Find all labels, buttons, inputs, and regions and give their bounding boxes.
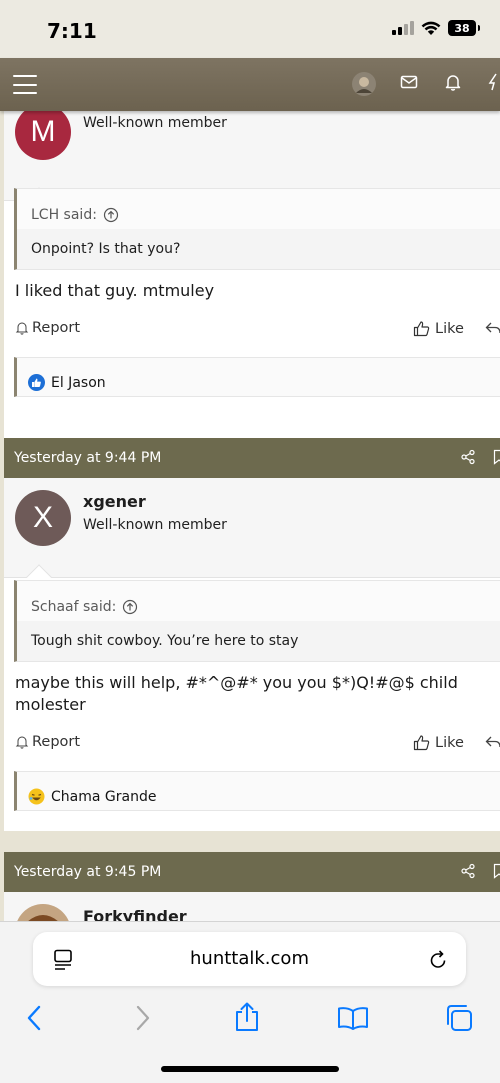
author-title: Well-known member <box>83 517 227 533</box>
share-nodes-icon[interactable] <box>460 449 476 465</box>
post-timestamp[interactable]: Yesterday at 9:45 PM <box>14 864 161 880</box>
post-card: Yesterday at 9:45 PM Forkyfinder <box>4 852 500 921</box>
reply-arrow-icon[interactable] <box>485 320 500 336</box>
tabs-icon[interactable] <box>444 1003 474 1033</box>
author-title: Well-known member <box>83 115 227 131</box>
like-reaction-icon <box>28 374 45 391</box>
cellular-signal-icon <box>392 21 414 35</box>
quote-block: Schaaf said: Tough shit cowboy. You’re h… <box>14 580 500 662</box>
report-button[interactable]: Report <box>15 320 80 336</box>
post-timestamp[interactable]: Yesterday at 9:44 PM <box>14 450 161 466</box>
avatar[interactable]: X <box>15 490 71 546</box>
reaction-user[interactable]: Chama Grande <box>51 789 156 805</box>
reactions-bar[interactable]: El Jason <box>14 357 500 397</box>
share-nodes-icon[interactable] <box>460 863 476 879</box>
bell-icon[interactable] <box>444 73 462 91</box>
bell-icon <box>15 736 29 749</box>
post-card: Yesterday at 9:44 PM X xgener Well-known… <box>4 438 500 831</box>
thread-content: M mtmuley Well-known member LCH said: On… <box>0 111 500 921</box>
envelope-icon[interactable] <box>400 73 418 91</box>
wifi-icon <box>421 21 441 35</box>
like-label: Like <box>435 320 464 337</box>
quote-header[interactable]: LCH said: <box>17 189 500 229</box>
avatar[interactable]: M <box>15 111 71 160</box>
post-header: Yesterday at 9:44 PM <box>4 438 500 478</box>
book-icon[interactable] <box>337 1006 369 1030</box>
author-name[interactable]: xgener <box>83 492 146 511</box>
arrow-up-circle-icon[interactable] <box>103 207 119 223</box>
browser-toolbar: hunttalk.com <box>0 921 500 1083</box>
chevron-left-icon[interactable] <box>26 1005 42 1031</box>
status-bar: 7:11 38 <box>0 0 500 58</box>
reply-arrow-icon[interactable] <box>485 734 500 750</box>
post-user-block: Forkyfinder <box>4 892 500 921</box>
quote-text: Tough shit cowboy. You’re here to stay <box>17 621 500 661</box>
chevron-right-icon[interactable] <box>135 1005 151 1031</box>
reload-icon[interactable] <box>429 950 447 969</box>
bookmark-icon[interactable] <box>493 449 500 465</box>
post-actions: Report Like <box>15 317 500 341</box>
post-message: I liked that guy. mtmuley <box>15 281 215 300</box>
quote-author: Schaaf said: <box>31 599 117 615</box>
report-label: Report <box>32 734 81 750</box>
forum-nav-bar <box>0 58 500 111</box>
status-indicators: 38 <box>392 20 480 36</box>
address-bar[interactable]: hunttalk.com <box>33 932 466 986</box>
laughing-reaction-icon <box>28 788 45 805</box>
status-time: 7:11 <box>47 19 97 43</box>
quote-text: Onpoint? Is that you? <box>17 229 500 269</box>
post-message: maybe this will help, #*^@#* you you $*)… <box>15 673 458 714</box>
battery-icon: 38 <box>448 20 480 36</box>
thumbs-up-icon <box>413 735 430 751</box>
post-actions: Report Like <box>15 731 500 755</box>
like-button[interactable]: Like <box>413 734 464 751</box>
thumbs-up-icon <box>413 321 430 337</box>
bell-icon <box>15 322 29 335</box>
quote-author: LCH said: <box>31 207 97 223</box>
share-icon[interactable] <box>234 1002 260 1032</box>
hamburger-menu-icon[interactable] <box>13 75 37 94</box>
post-header: Yesterday at 9:45 PM <box>4 852 500 892</box>
report-label: Report <box>32 320 81 336</box>
avatar[interactable] <box>15 904 71 921</box>
quote-header[interactable]: Schaaf said: <box>17 581 500 621</box>
home-indicator[interactable] <box>161 1066 339 1072</box>
bolt-icon[interactable] <box>488 73 500 91</box>
bookmark-icon[interactable] <box>493 863 500 879</box>
report-button[interactable]: Report <box>15 734 80 750</box>
url-text: hunttalk.com <box>190 948 309 969</box>
like-label: Like <box>435 734 464 751</box>
quote-block: LCH said: Onpoint? Is that you? <box>14 188 500 270</box>
user-avatar[interactable] <box>352 72 376 96</box>
post-user-block: X xgener Well-known member <box>4 478 500 590</box>
arrow-up-circle-icon[interactable] <box>122 599 138 615</box>
reaction-user[interactable]: El Jason <box>51 375 106 391</box>
reactions-bar[interactable]: Chama Grande <box>14 771 500 811</box>
author-name[interactable]: Forkyfinder <box>83 907 187 921</box>
like-button[interactable]: Like <box>413 320 464 337</box>
